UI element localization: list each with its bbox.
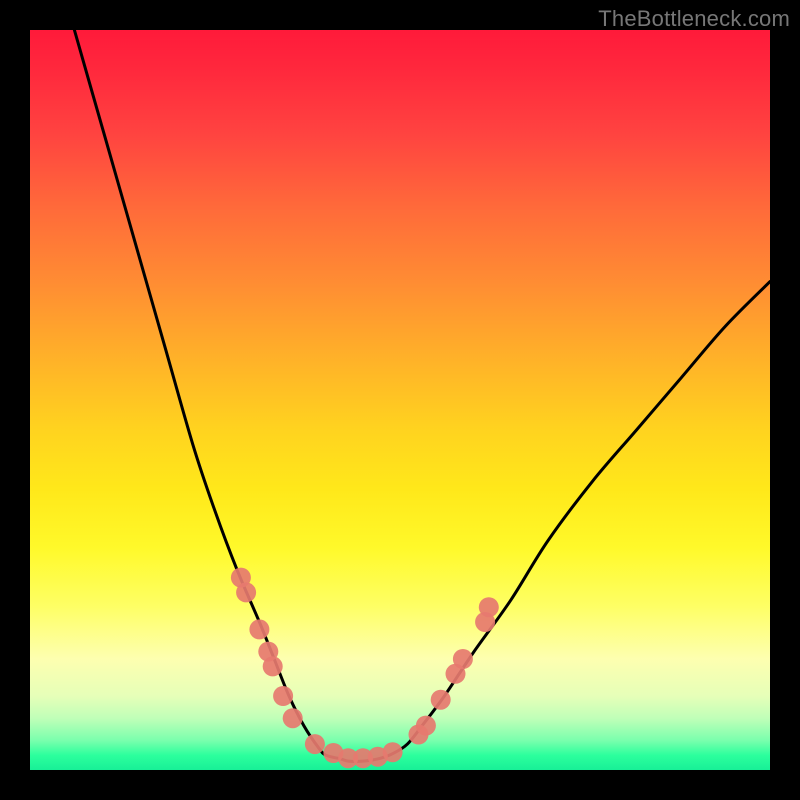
curve-marker [416,716,436,736]
curve-marker [383,742,403,762]
curve-layer [30,30,770,770]
curve-marker [263,656,283,676]
chart-frame: TheBottleneck.com [0,0,800,800]
curve-marker [249,619,269,639]
curve-marker [431,690,451,710]
curve-marker [479,597,499,617]
curve-marker [305,734,325,754]
plot-area [30,30,770,770]
bottleneck-curve [74,30,770,761]
curve-marker [236,582,256,602]
curve-marker [283,708,303,728]
curve-markers [231,568,499,769]
curve-marker [273,686,293,706]
watermark-text: TheBottleneck.com [598,6,790,32]
curve-marker [453,649,473,669]
